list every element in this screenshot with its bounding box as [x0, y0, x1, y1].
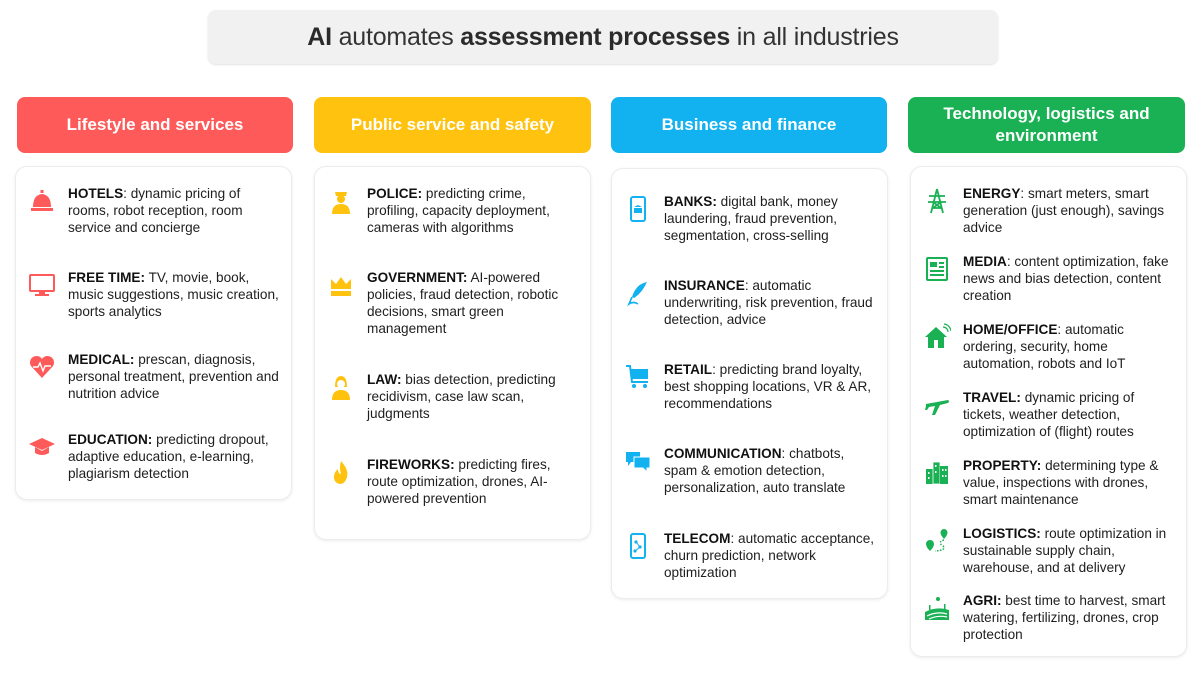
item-key: ENERGY [963, 186, 1021, 201]
item-key: INSURANCE [664, 278, 745, 293]
card-public-service: POLICE: predicting crime, profiling, cap… [314, 166, 591, 540]
item-key: COMMUNICATION [664, 446, 782, 461]
title-bold-ai: AI [307, 22, 332, 51]
title-text: automates [331, 22, 461, 51]
item-key: AGRI: [963, 593, 1002, 608]
chat-bubbles-icon [624, 447, 652, 475]
item-key: GOVERNMENT: [367, 270, 468, 285]
list-item-free-time: FREE TIME: TV, movie, book, music sugges… [16, 269, 291, 320]
list-item-medical: MEDICAL: prescan, diagnosis, personal tr… [16, 351, 291, 402]
buildings-icon [923, 459, 951, 487]
column-header-label: Business and finance [661, 115, 837, 134]
title-bold-assessment: assessment processes [460, 22, 731, 51]
list-item-energy: ENERGY: smart meters, smart generation (… [911, 185, 1186, 236]
item-sep: : [1020, 186, 1028, 201]
item-key: FREE TIME: [68, 270, 146, 285]
title-text-end: in all industries [730, 22, 899, 51]
power-tower-icon [923, 187, 951, 215]
bell-icon [28, 187, 56, 215]
card-technology: ENERGY: smart meters, smart generation (… [910, 166, 1187, 657]
item-key: EDUCATION: [68, 432, 153, 447]
card-business: BANKS: digital bank, money laundering, f… [611, 168, 888, 599]
fire-icon [327, 458, 355, 486]
list-item-logistics: LOGISTICS: route optimization in sustain… [911, 525, 1186, 576]
item-sep: : [1057, 322, 1065, 337]
list-item-media: MEDIA: content optimization, fake news a… [911, 253, 1186, 304]
item-key: MEDIA [963, 254, 1007, 269]
airplane-icon [923, 391, 951, 419]
list-item-education: EDUCATION: predicting dropout, adaptive … [16, 431, 291, 482]
item-key: TRAVEL: [963, 390, 1021, 405]
column-header-lifestyle: Lifestyle and services [17, 97, 293, 153]
item-key: LOGISTICS: [963, 526, 1041, 541]
judge-icon [327, 373, 355, 401]
column-header-business: Business and finance [611, 97, 887, 153]
column-header-label: Lifestyle and services [66, 115, 244, 134]
list-item-home-office: HOME/OFFICE: automatic ordering, securit… [911, 321, 1186, 372]
card-lifestyle: HOTELS: dynamic pricing of rooms, robot … [15, 166, 292, 500]
column-header-technology: Technology, logistics and environment [908, 97, 1185, 153]
item-key: POLICE: [367, 186, 423, 201]
page-title: AI automates assessment processes in all… [208, 10, 998, 64]
column-header-label: Public service and safety [350, 115, 555, 134]
list-item-government: GOVERNMENT: AI-powered policies, fraud d… [315, 269, 590, 337]
item-key: PROPERTY: [963, 458, 1042, 473]
item-key: BANKS: [664, 194, 717, 209]
list-item-banks: BANKS: digital bank, money laundering, f… [612, 193, 887, 244]
item-sep: : [781, 446, 790, 461]
list-item-hotels: HOTELS: dynamic pricing of rooms, robot … [16, 185, 291, 236]
newspaper-icon [923, 255, 951, 283]
list-item-telecom: TELECOM: automatic acceptance, churn pre… [612, 530, 887, 581]
feather-pen-icon [624, 279, 652, 307]
monitor-icon [28, 271, 56, 299]
column-header-public-service: Public service and safety [314, 97, 591, 153]
smart-home-icon [923, 323, 951, 351]
mobile-bank-icon [624, 195, 652, 223]
item-sep: : [730, 531, 739, 546]
heart-pulse-icon [28, 353, 56, 381]
route-pin-icon [923, 527, 951, 555]
item-key: RETAIL [664, 362, 713, 377]
list-item-agri: AGRI: best time to harvest, smart wateri… [911, 592, 1186, 643]
graduation-cap-icon [28, 433, 56, 461]
item-key: LAW: [367, 372, 402, 387]
item-sep: : [123, 186, 131, 201]
item-key: HOTELS [68, 186, 124, 201]
shopping-cart-icon [624, 363, 652, 391]
item-key: TELECOM [664, 531, 731, 546]
list-item-property: PROPERTY: determining type & value, insp… [911, 457, 1186, 508]
crown-icon [327, 271, 355, 299]
item-key: MEDICAL: [68, 352, 135, 367]
list-item-travel: TRAVEL: dynamic pricing of tickets, weat… [911, 389, 1186, 440]
police-officer-icon [327, 187, 355, 215]
item-sep: : [712, 362, 720, 377]
item-key: HOME/OFFICE [963, 322, 1058, 337]
list-item-fireworks: FIREWORKS: predicting fires, route optim… [315, 456, 590, 507]
mobile-network-icon [624, 532, 652, 560]
list-item-communication: COMMUNICATION: chatbots, spam & emotion … [612, 445, 887, 496]
farm-field-icon [923, 594, 951, 622]
list-item-insurance: INSURANCE: automatic underwriting, risk … [612, 277, 887, 328]
list-item-law: LAW: bias detection, predicting recidivi… [315, 371, 590, 422]
list-item-police: POLICE: predicting crime, profiling, cap… [315, 185, 590, 236]
column-header-label: Technology, logistics and environment [943, 104, 1150, 145]
item-key: FIREWORKS: [367, 457, 455, 472]
list-item-retail: RETAIL: predicting brand loyalty, best s… [612, 361, 887, 412]
